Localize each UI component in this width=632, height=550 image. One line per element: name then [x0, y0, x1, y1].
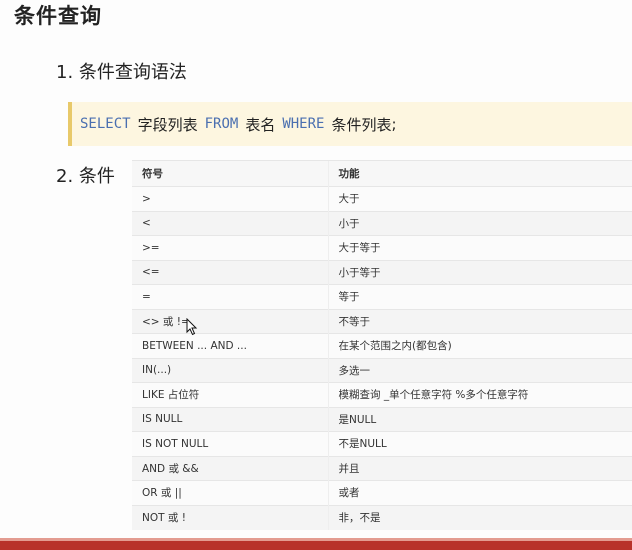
- operator-function-cell: 不等于: [327, 308, 632, 334]
- table-row: >= 大于等于: [132, 235, 632, 260]
- operator-symbol-cell: =: [132, 284, 328, 309]
- table-row: IN(...) 多选一: [132, 357, 632, 383]
- operator-symbol-cell: >: [132, 186, 328, 211]
- sql-syntax-code-block: SELECT 字段列表 FROM 表名 WHERE 条件列表 ;: [68, 102, 632, 146]
- page-title: 条件查询: [14, 4, 102, 28]
- table-row: = 等于: [132, 284, 632, 309]
- operators-table-body: > 大于 < 小于 >= 大于等于 <= 小于等于 = 等于 <> 或 != 不等于 BETWEEN .…: [132, 186, 632, 530]
- table-row: IS NOT NULL 不是NULL: [132, 431, 632, 456]
- operator-symbol-cell: AND 或 &&: [132, 455, 328, 481]
- operator-symbol-cell: LIKE 占位符: [132, 382, 328, 407]
- table-row: < 小于: [132, 210, 632, 236]
- operator-symbol-cell: >=: [132, 235, 328, 260]
- header-symbol: 符号: [132, 160, 328, 187]
- table-row: > 大于: [132, 186, 632, 211]
- operator-symbol-cell: <> 或 !=: [132, 308, 328, 334]
- table-row: AND 或 && 并且: [132, 455, 632, 481]
- table-header-row: 符号 功能: [132, 160, 632, 187]
- operator-function-cell: 并且: [327, 455, 632, 481]
- table-row: <> 或 != 不等于: [132, 308, 632, 334]
- table-row: <= 小于等于: [132, 259, 632, 285]
- operator-function-cell: 不是NULL: [327, 431, 632, 456]
- operator-symbol-cell: OR 或 ||: [132, 480, 328, 505]
- operator-function-cell: 或者: [327, 480, 632, 505]
- table-row: IS NULL 是NULL: [132, 406, 632, 432]
- section-syntax-heading: 1. 条件查询语法: [56, 62, 187, 83]
- operator-function-cell: 大于: [327, 186, 632, 211]
- keyword-select: SELECT: [80, 116, 131, 132]
- keyword-where: WHERE: [282, 116, 325, 132]
- slide-page: 条件查询 1. 条件查询语法 SELECT 字段列表 FROM 表名 WHERE…: [0, 0, 632, 550]
- code-field-list: 字段列表: [137, 115, 198, 134]
- code-condition-list: 条件列表: [331, 115, 392, 134]
- code-semicolon: ;: [391, 115, 397, 133]
- operator-symbol-cell: <: [132, 210, 328, 236]
- operator-function-cell: 非，不是: [327, 504, 632, 530]
- section-conditions-heading: 2. 条件: [56, 166, 115, 187]
- operators-table: 符号 功能 > 大于 < 小于 >= 大于等于 <= 小于等于 = 等于 <> 或 != 不等于 BET…: [132, 160, 632, 530]
- operator-symbol-cell: IS NOT NULL: [132, 431, 328, 456]
- operator-symbol-cell: IN(...): [132, 357, 328, 383]
- table-row: NOT 或 ! 非，不是: [132, 504, 632, 530]
- operator-function-cell: 多选一: [327, 357, 632, 383]
- table-row: OR 或 || 或者: [132, 480, 632, 505]
- table-row: BETWEEN ... AND ... 在某个范围之内(都包含): [132, 333, 632, 358]
- header-function: 功能: [327, 160, 632, 187]
- operator-function-cell: 小于等于: [327, 259, 632, 285]
- operator-function-cell: 等于: [327, 284, 632, 309]
- mouse-pointer-icon: [186, 318, 198, 336]
- operator-function-cell: 大于等于: [327, 235, 632, 260]
- table-row: LIKE 占位符 模糊查询 _单个任意字符 %多个任意字符: [132, 382, 632, 407]
- operator-function-cell: 模糊查询 _单个任意字符 %多个任意字符: [327, 382, 632, 407]
- operator-symbol-cell: IS NULL: [132, 406, 328, 432]
- keyword-from: FROM: [204, 116, 239, 132]
- operator-symbol-cell: BETWEEN ... AND ...: [132, 333, 328, 358]
- operator-function-cell: 小于: [327, 210, 632, 236]
- operator-function-cell: 是NULL: [327, 406, 632, 432]
- bottom-accent-bar: [0, 541, 632, 550]
- operator-symbol-cell: <=: [132, 259, 328, 285]
- operator-function-cell: 在某个范围之内(都包含): [327, 333, 632, 358]
- operator-symbol-cell: NOT 或 !: [132, 504, 328, 530]
- code-table-name: 表名: [245, 115, 276, 134]
